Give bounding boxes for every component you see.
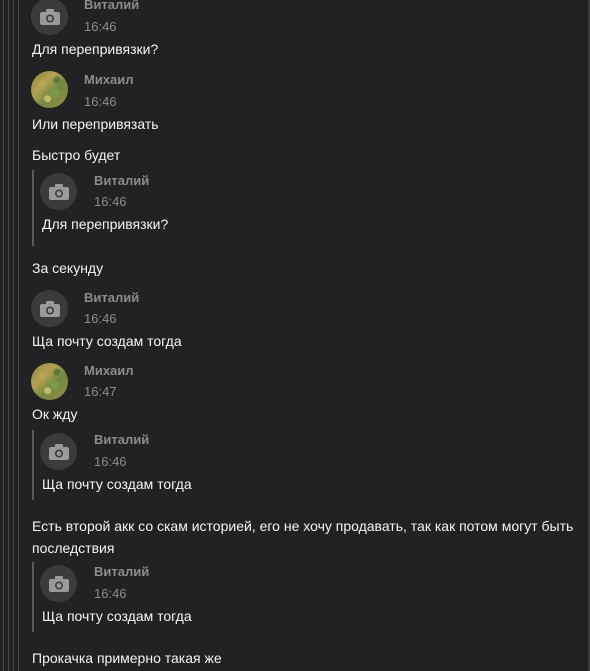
quoted-text: Ща почту создам тогда — [42, 608, 192, 624]
author-name: Виталий — [94, 564, 150, 579]
camera-icon — [48, 443, 69, 460]
timestamp: 16:46 — [94, 454, 127, 469]
author-name: Виталий — [94, 173, 150, 188]
author-name[interactable]: Виталий — [84, 0, 139, 12]
author-name[interactable]: Виталий — [84, 290, 139, 305]
quoted-text: Для перепривязки? — [42, 216, 169, 232]
avatar[interactable] — [31, 363, 68, 400]
message-text: Ок жду — [32, 406, 78, 422]
camera-icon — [39, 300, 60, 317]
quote-bar — [32, 170, 34, 246]
timestamp: 16:46 — [84, 19, 117, 34]
author-name[interactable]: Михаил — [84, 363, 134, 378]
avatar[interactable] — [31, 71, 68, 108]
camera-icon — [48, 183, 69, 200]
camera-icon — [48, 575, 69, 592]
message-text: Быстро будет — [32, 147, 121, 163]
quote-bar — [32, 430, 34, 500]
timestamp: 16:46 — [84, 311, 117, 326]
avatar[interactable] — [31, 290, 68, 327]
quoted-text: Ща почту создам тогда — [42, 476, 192, 492]
message-text: Прокачка примерно такая же — [32, 650, 222, 666]
author-name[interactable]: Михаил — [84, 72, 134, 87]
message-text: Или перепривязать — [32, 116, 159, 132]
timestamp: 16:46 — [94, 194, 127, 209]
message-text: Есть второй акк со скам историей, его не… — [32, 518, 574, 556]
timestamp: 16:47 — [84, 384, 117, 399]
avatar — [40, 173, 77, 210]
timestamp: 16:46 — [94, 586, 127, 601]
camera-icon — [39, 8, 60, 25]
avatar — [40, 565, 77, 602]
timestamp: 16:46 — [84, 94, 117, 109]
message-text: За секунду — [32, 260, 104, 276]
author-name: Виталий — [94, 432, 150, 447]
avatar[interactable] — [31, 0, 68, 35]
message-text: Для перепривязки? — [32, 41, 159, 57]
message-feed: Виталий 16:46 Для перепривязки? Михаил 1… — [0, 0, 590, 671]
avatar — [40, 433, 77, 470]
quote-bar — [32, 562, 34, 632]
message-text: Ща почту создам тогда — [32, 333, 182, 349]
